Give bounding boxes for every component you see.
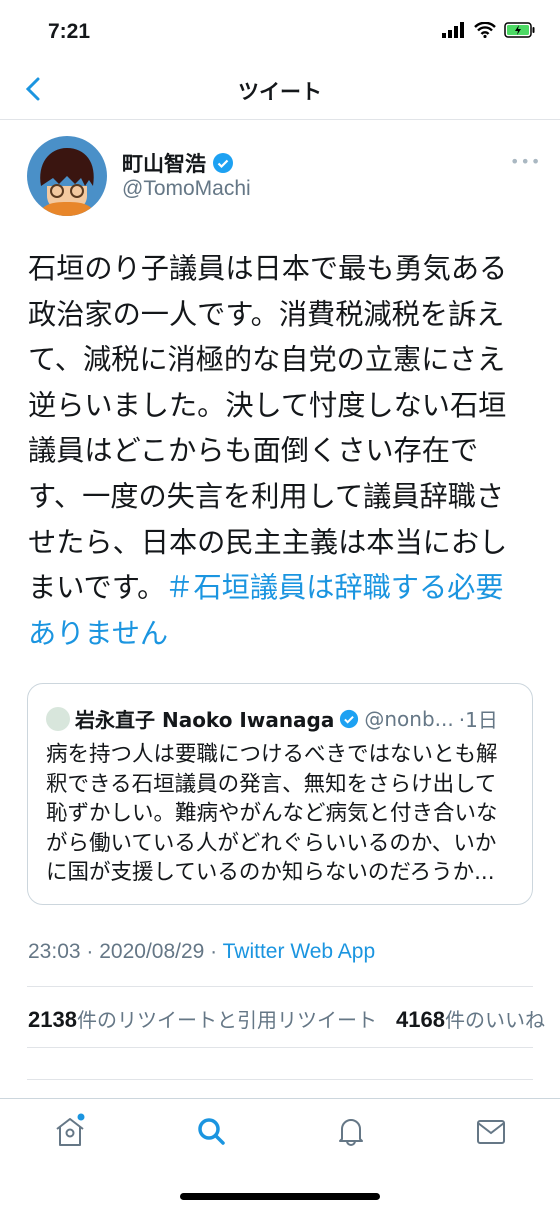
tweet-date: 2020/08/29 [99,940,205,963]
divider [27,1079,533,1080]
divider [27,1047,533,1048]
author-handle[interactable]: @TomoMachi [122,177,251,201]
verified-badge-icon [213,153,233,173]
avatar[interactable] [27,136,107,216]
author-name[interactable]: 町山智浩 [122,148,234,178]
separator: · [80,940,100,963]
more-options-icon[interactable]: ••• [510,152,541,171]
tweet-time: 23:03 [28,940,81,963]
tweet-source-link[interactable]: Twitter Web App [223,940,376,963]
quoted-age: ·1日 [458,708,498,732]
tweet-stats: 2138件のリツイートと引用リツイート 4168件のいいね [28,1004,560,1033]
search-icon[interactable] [193,1113,229,1149]
quoted-text: 病を持つ人は要職につけるべきではないとも解釈できる石垣議員の発言、無知をさらけ出… [46,742,498,885]
retweets-label: 件のリツイートと引用リツイート [76,1008,377,1032]
quoted-tweet[interactable]: 岩永直子 Naoko Iwanaga @nonb... ·1日 病を持つ人は要職… [27,683,533,905]
likes-stat[interactable]: 4168件のいいね [396,1007,545,1032]
status-bar: 7:21 [0,0,560,60]
likes-count: 4168 [396,1007,445,1032]
quoted-author-name: 岩永直子 Naoko Iwanaga [75,708,335,732]
messages-icon[interactable] [473,1113,509,1149]
status-time: 7:21 [48,20,91,43]
likes-label: 件のいいね [444,1008,545,1032]
notifications-icon[interactable] [333,1113,369,1149]
tweet-body: 石垣のり子議員は日本で最も勇気ある政治家の一人です。消費税減税を訴えて、減税に消… [28,246,520,656]
verified-badge-icon [340,709,359,728]
retweets-count: 2138 [28,1007,77,1032]
quoted-avatar [46,706,70,731]
tweet-text: 石垣のり子議員は日本で最も勇気ある政治家の一人です。消費税減税を訴えて、減税に消… [28,252,508,605]
divider [27,986,533,987]
tab-bar [0,1098,560,1158]
battery-charging-icon [504,22,535,38]
top-nav: ツイート [0,60,560,120]
tweet-meta: 23:03 · 2020/08/29 · Twitter Web App [28,940,375,964]
retweets-stat[interactable]: 2138件のリツイートと引用リツイート [28,1007,377,1032]
signal-icon [442,22,464,38]
quoted-author-handle: @nonb... [364,706,454,731]
separator: · [204,940,223,963]
home-icon[interactable] [52,1113,88,1149]
author-name-text: 町山智浩 [122,152,206,176]
wifi-icon [474,22,496,38]
home-indicator[interactable] [180,1193,380,1200]
page-title: ツイート [238,80,322,104]
